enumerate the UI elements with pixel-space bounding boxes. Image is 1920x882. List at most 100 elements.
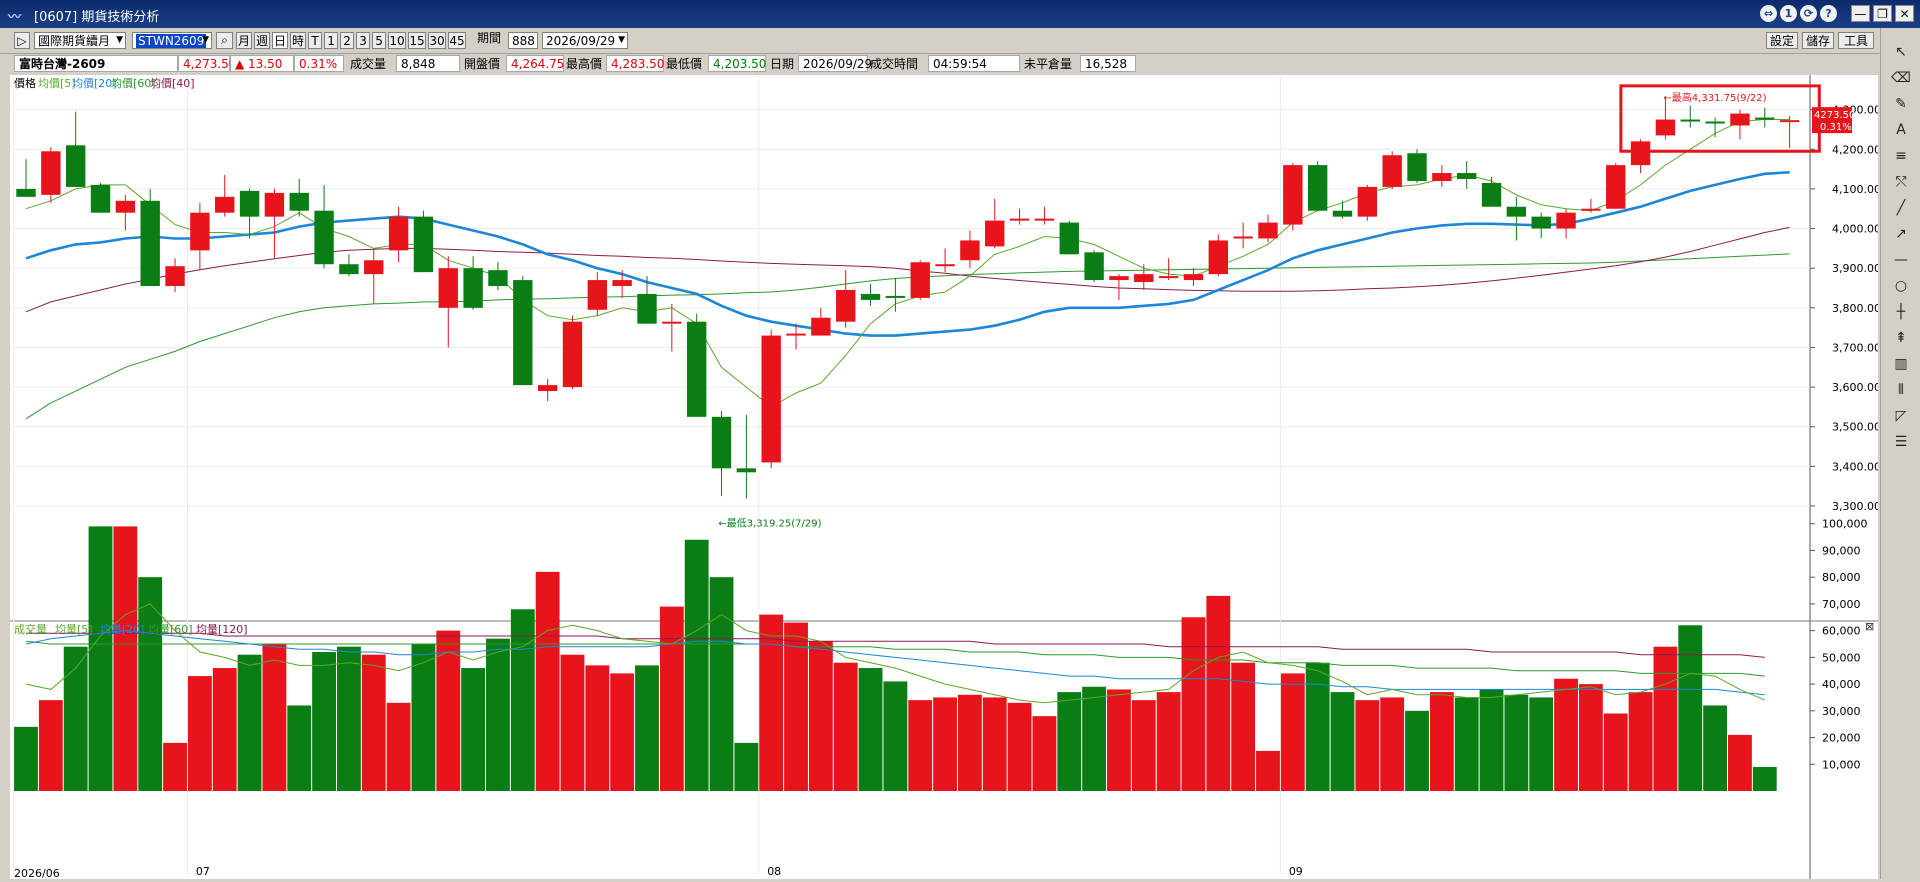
- lines-icon[interactable]: ≡: [1891, 146, 1911, 166]
- candle-body: [41, 151, 61, 195]
- volume-tick-label: 40,000: [1822, 678, 1861, 691]
- candle-body: [463, 268, 483, 308]
- price-volume-chart[interactable]: 4,400.004,300.004,200.004,100.004,000.00…: [10, 64, 1881, 880]
- volume-tick-label: 100,000: [1822, 518, 1868, 531]
- link-icon[interactable]: ⇔: [1760, 5, 1777, 22]
- volume-bar: [138, 577, 163, 791]
- period-button-6[interactable]: 2: [340, 32, 354, 49]
- period-button-9[interactable]: 10: [388, 32, 406, 49]
- product-type-select[interactable]: 國際期貨續月 ▼: [34, 32, 126, 49]
- trend-line-icon[interactable]: ╱: [1891, 198, 1911, 218]
- fib-icon[interactable]: ☰: [1891, 432, 1911, 452]
- volume-bar: [1578, 684, 1603, 791]
- candle-body: [65, 145, 86, 187]
- candle-body: [1233, 236, 1253, 239]
- chart-area[interactable]: 4,400.004,300.004,200.004,100.004,000.00…: [10, 64, 1881, 880]
- marker-icon[interactable]: ⇞: [1891, 328, 1911, 348]
- low-value: 4,203.50: [708, 55, 766, 72]
- candle-body: [537, 385, 558, 392]
- x-label-sep: 09: [1289, 865, 1303, 878]
- restore-button[interactable]: ❐: [1873, 5, 1892, 22]
- volume-bar: [957, 694, 982, 791]
- candle-body: [1457, 173, 1477, 179]
- date-select[interactable]: 2026/09/29 ▼: [542, 32, 628, 49]
- period-button-0[interactable]: 月: [236, 32, 252, 49]
- minimize-button[interactable]: —: [1851, 5, 1870, 22]
- candle-body: [1109, 276, 1129, 281]
- period-button-1[interactable]: 週: [254, 32, 270, 49]
- volume-value: 8,848: [396, 55, 460, 72]
- ma40-legend: 均價[40]: [150, 76, 195, 90]
- period-button-12[interactable]: 45: [448, 32, 466, 49]
- circle-icon[interactable]: ○: [1891, 276, 1911, 296]
- volume-tick-label: 70,000: [1822, 598, 1861, 611]
- volume-bar: [1131, 700, 1156, 791]
- candle-body: [686, 321, 707, 417]
- volume-bar: [1007, 702, 1032, 791]
- pan-icon[interactable]: ⤲: [1891, 172, 1911, 192]
- trade-time-label: 成交時間: [870, 57, 919, 71]
- date-label: 日期: [770, 57, 795, 71]
- volume-bar: [1628, 692, 1653, 791]
- open-label: 開盤價: [464, 57, 501, 71]
- text-icon[interactable]: A: [1891, 120, 1911, 140]
- volume-bar: [88, 526, 113, 791]
- volume-bar: [262, 644, 287, 791]
- volume-bar: [461, 668, 486, 791]
- cursor-icon[interactable]: ↖: [1891, 42, 1911, 62]
- symbol-select[interactable]: STWN2609 ▼: [132, 32, 212, 49]
- tools-button[interactable]: 工具: [1838, 32, 1874, 49]
- period-button-7[interactable]: 3: [356, 32, 370, 49]
- chevron-down-icon: ▼: [116, 35, 123, 45]
- price-tick-label: 3,300.00: [1832, 500, 1878, 513]
- contract-name: 富時台灣-2609: [14, 55, 178, 72]
- period-button-11[interactable]: 30: [428, 32, 446, 49]
- volume-bar: [759, 614, 784, 791]
- volume-bar: [113, 526, 138, 791]
- eraser-icon[interactable]: ⌫: [1891, 68, 1911, 88]
- volume-bar: [1082, 686, 1107, 791]
- title-bar: 〰 [0607] 期貨技術分析 ⇔ 1 ⟳ ? — ❐ ✕: [0, 0, 1920, 28]
- period-button-5[interactable]: 1: [324, 32, 338, 49]
- period-button-10[interactable]: 15: [408, 32, 426, 49]
- close-button[interactable]: ✕: [1895, 5, 1914, 22]
- volume-tick-label: 60,000: [1822, 625, 1861, 638]
- volume-bar: [163, 742, 187, 791]
- period-button-8[interactable]: 5: [372, 32, 386, 49]
- candle-body: [711, 416, 732, 469]
- volume-bar: [908, 700, 933, 791]
- search-icon[interactable]: ⌕: [216, 32, 233, 49]
- volume-bar: [535, 571, 560, 791]
- arrow-line-icon[interactable]: ↗: [1891, 224, 1911, 244]
- candle-body: [1382, 155, 1402, 187]
- bars-icon[interactable]: ▥: [1891, 354, 1911, 374]
- save-button[interactable]: 儲存: [1802, 32, 1834, 49]
- help-icon[interactable]: ?: [1820, 5, 1837, 22]
- vol-ma20-legend: 均量[20]: [100, 623, 145, 636]
- candle-body: [1183, 274, 1204, 281]
- settings-button[interactable]: 設定: [1766, 32, 1798, 49]
- volume-bar: [833, 662, 858, 791]
- refresh-icon[interactable]: ⟳: [1800, 5, 1817, 22]
- open-value: 4,264.75: [506, 55, 564, 72]
- period-input[interactable]: 888: [508, 32, 538, 49]
- candle-body: [1630, 141, 1651, 166]
- volume-bar: [1703, 705, 1728, 791]
- drawing-tools-sidebar: ↖ ⌫ ✎ A ≡ ⤲ ╱ ↗ — ○ ┼ ⇞ ▥ ⦀ ◸ ☰: [1880, 28, 1920, 879]
- period-button-2[interactable]: 日: [272, 32, 288, 49]
- vertical-line-icon[interactable]: ┼: [1891, 302, 1911, 322]
- last-price: 4,273.50: [178, 55, 236, 72]
- fan-icon[interactable]: ◸: [1891, 406, 1911, 426]
- candle-body: [860, 293, 881, 300]
- pencil-icon[interactable]: ✎: [1891, 94, 1911, 114]
- one-icon[interactable]: 1: [1780, 5, 1797, 22]
- vertical-bars-icon[interactable]: ⦀: [1891, 380, 1911, 400]
- candle-body: [1730, 113, 1750, 126]
- play-button[interactable]: ▷: [14, 32, 30, 49]
- candle-body: [239, 190, 260, 217]
- chevron-down-icon: ▼: [202, 35, 209, 45]
- horizontal-line-icon[interactable]: —: [1891, 250, 1911, 270]
- period-button-4[interactable]: T: [308, 32, 322, 49]
- volume-bar: [1380, 697, 1405, 791]
- period-button-3[interactable]: 時: [290, 32, 306, 49]
